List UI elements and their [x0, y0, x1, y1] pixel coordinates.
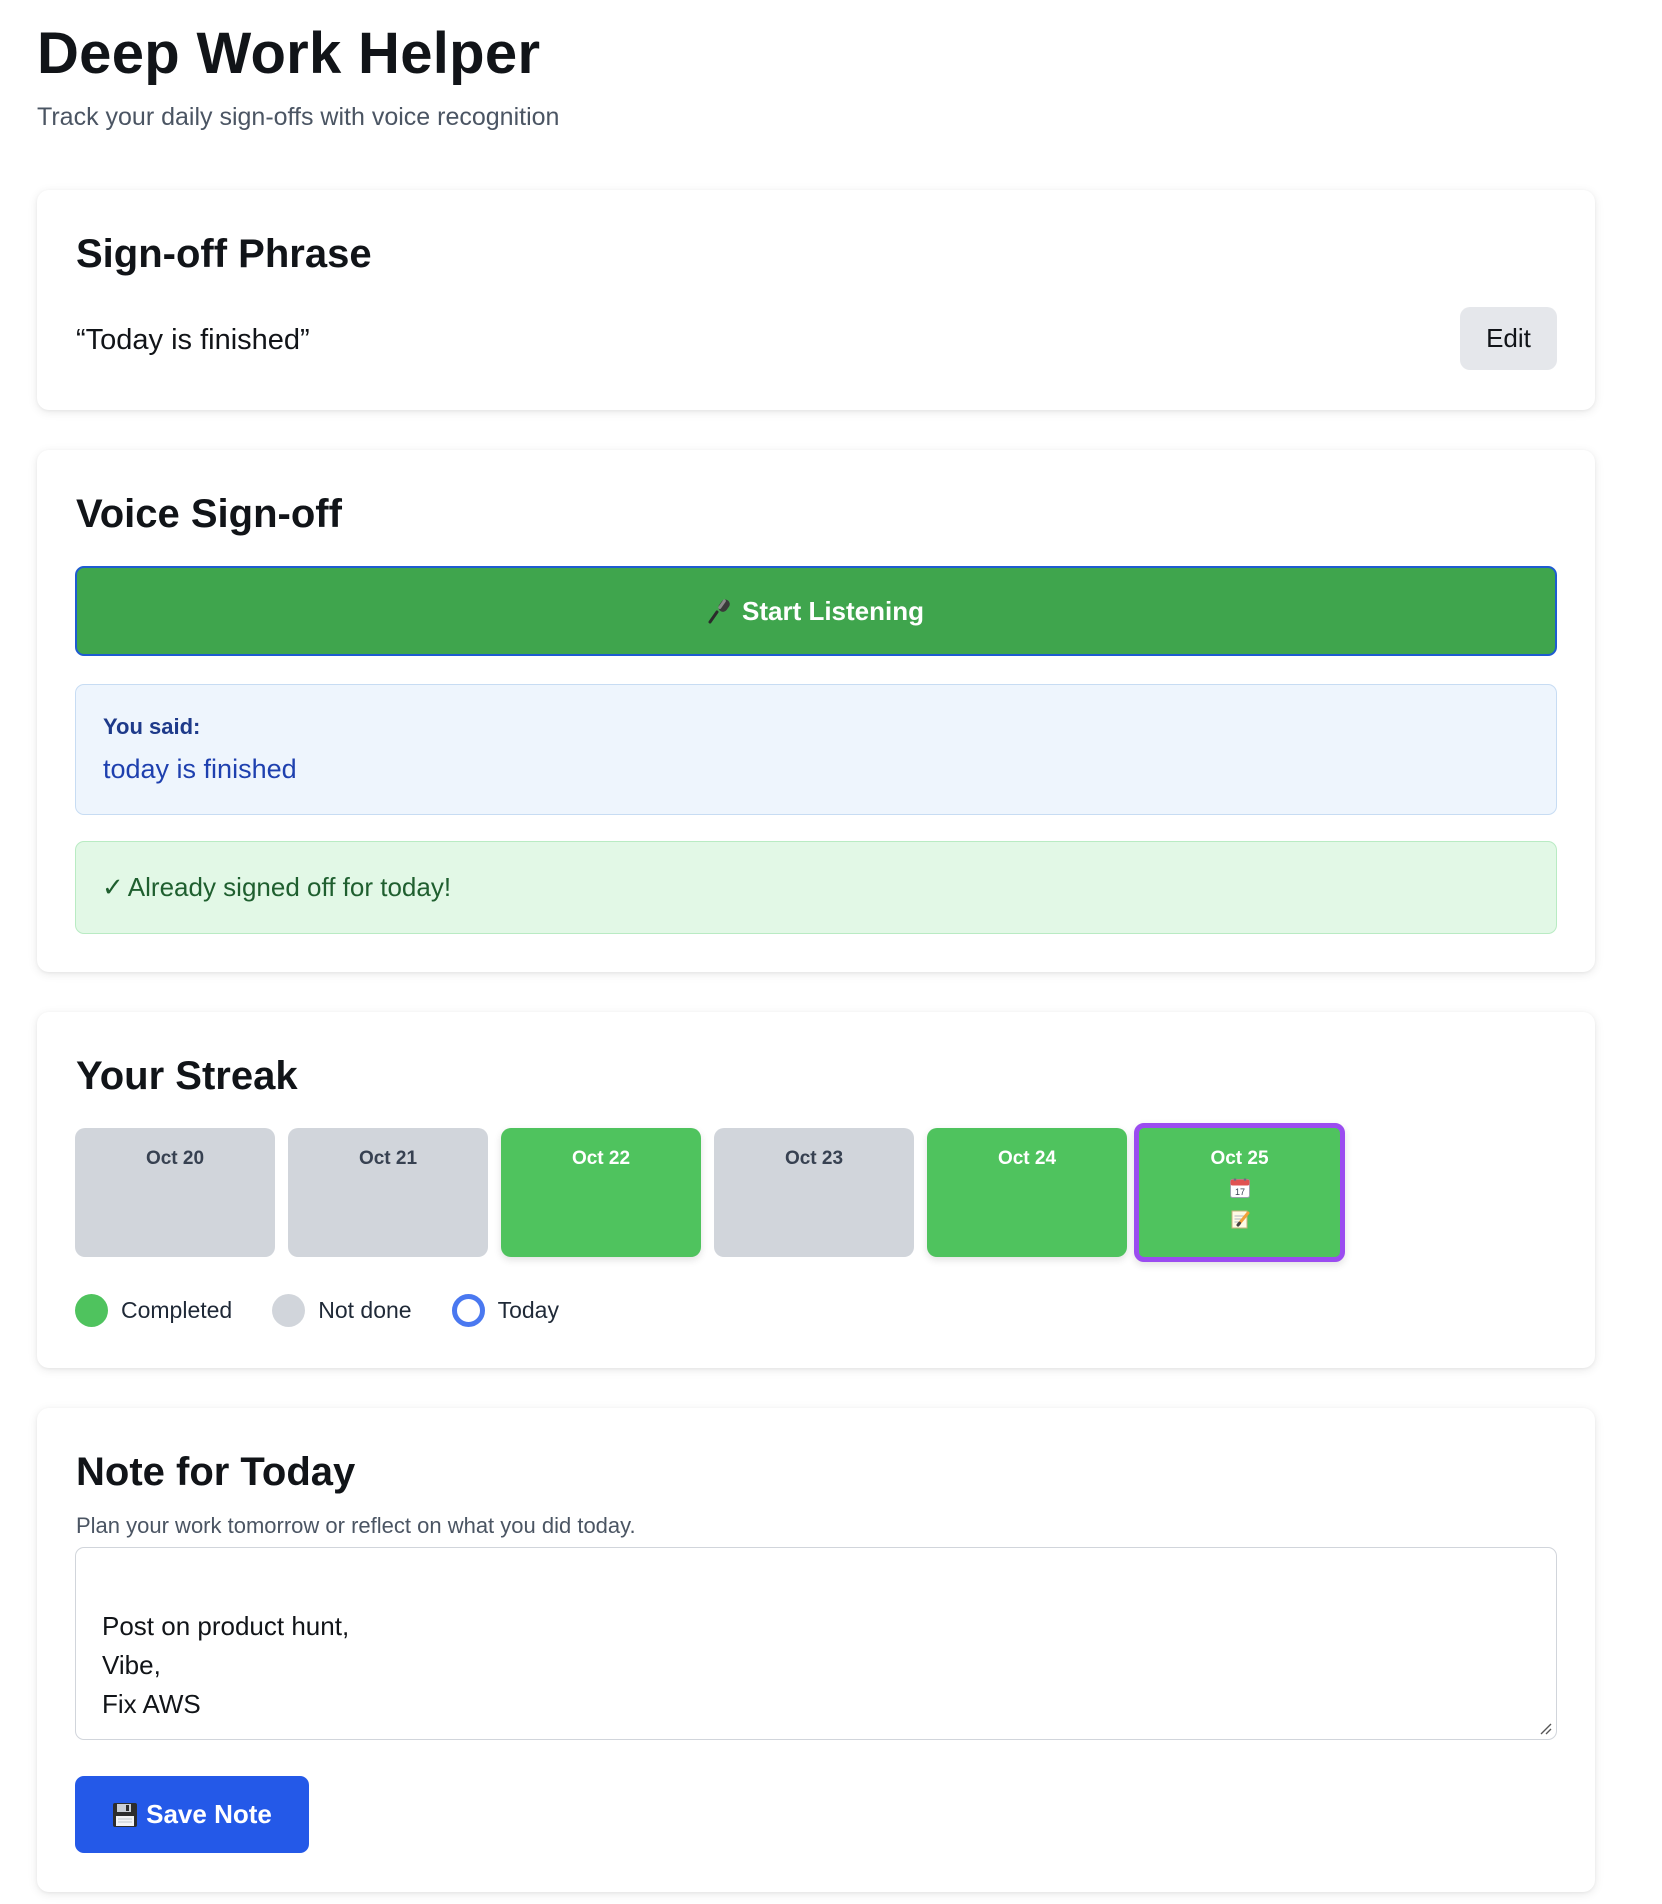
checkmark-icon: ✓ — [102, 872, 124, 902]
streak-legend: Completed Not done Today — [75, 1294, 599, 1327]
legend-label: Not done — [318, 1297, 412, 1323]
voice-signoff-card: Voice Sign-off Start Listening You said:… — [37, 450, 1595, 972]
microphone-icon — [708, 598, 732, 624]
completed-swatch-icon — [75, 1294, 108, 1327]
transcript-label: You said: — [103, 714, 201, 739]
streak-day-tile[interactable]: Oct 21 — [288, 1128, 488, 1257]
streak-day-tile-today[interactable]: Oct 25 17 — [1134, 1123, 1345, 1262]
streak-day-label: Oct 21 — [358, 1148, 418, 1169]
day-icons: 17 — [1139, 1172, 1340, 1234]
app-subtitle: Track your daily sign-offs with voice re… — [37, 103, 560, 131]
start-listening-button[interactable]: Start Listening — [75, 566, 1557, 656]
card-title: Voice Sign-off — [76, 492, 342, 536]
note-card: Note for Today Plan your work tomorrow o… — [37, 1408, 1595, 1892]
transcript-text: today is finished — [103, 754, 297, 784]
edit-phrase-button[interactable]: Edit — [1460, 307, 1557, 370]
streak-day-tile[interactable]: Oct 20 — [75, 1128, 275, 1257]
app-title: Deep Work Helper — [37, 21, 541, 86]
floppy-disk-icon — [112, 1802, 138, 1828]
save-note-label: Save Note — [146, 1799, 272, 1829]
signoff-phrase-card: Sign-off Phrase “Today is finished” Edit — [37, 190, 1595, 410]
transcript-box: You said: today is finished — [75, 684, 1557, 815]
streak-card: Your Streak Oct 20 Oct 21 Oct 22 Oct 23 … — [37, 1012, 1595, 1368]
legend-completed: Completed — [75, 1294, 232, 1327]
note-textarea[interactable]: Post on product hunt, Vibe, Fix AWS — [75, 1547, 1557, 1740]
streak-day-label: Oct 20 — [145, 1148, 205, 1169]
legend-today: Today — [451, 1294, 559, 1327]
streak-day-label: Oct 24 — [997, 1148, 1057, 1169]
signoff-status-banner: ✓ Already signed off for today! — [75, 841, 1557, 934]
streak-day-label: Oct 25 — [1210, 1148, 1269, 1169]
streak-day-tile[interactable]: Oct 24 — [927, 1128, 1127, 1257]
signoff-status-text: Already signed off for today! — [127, 872, 452, 902]
today-swatch-icon — [451, 1294, 485, 1327]
legend-not-done: Not done — [272, 1294, 412, 1327]
card-title: Your Streak — [76, 1054, 298, 1098]
memo-icon — [1139, 1203, 1340, 1234]
calendar-icon: 17 — [1139, 1172, 1340, 1203]
streak-day-tile[interactable]: Oct 22 — [501, 1128, 701, 1257]
streak-day-label: Oct 23 — [784, 1148, 844, 1169]
app-page: Deep Work Helper Track your daily sign-o… — [0, 0, 1662, 1904]
start-listening-label: Start Listening — [741, 595, 924, 626]
svg-text:17: 17 — [1234, 1187, 1244, 1197]
resize-grip-icon[interactable] — [1536, 1719, 1552, 1735]
streak-day-label: Oct 22 — [571, 1148, 631, 1169]
legend-label: Completed — [121, 1297, 233, 1323]
note-hint: Plan your work tomorrow or reflect on wh… — [76, 1513, 636, 1538]
save-note-button[interactable]: Save Note — [75, 1776, 309, 1853]
signoff-phrase-text: “Today is finished” — [76, 324, 310, 356]
card-title: Note for Today — [76, 1450, 356, 1494]
card-title: Sign-off Phrase — [76, 232, 372, 276]
note-text: Post on product hunt, Vibe, Fix AWS — [102, 1611, 350, 1719]
streak-day-tile[interactable]: Oct 23 — [714, 1128, 914, 1257]
not-done-swatch-icon — [272, 1294, 306, 1327]
legend-label: Today — [497, 1297, 559, 1323]
